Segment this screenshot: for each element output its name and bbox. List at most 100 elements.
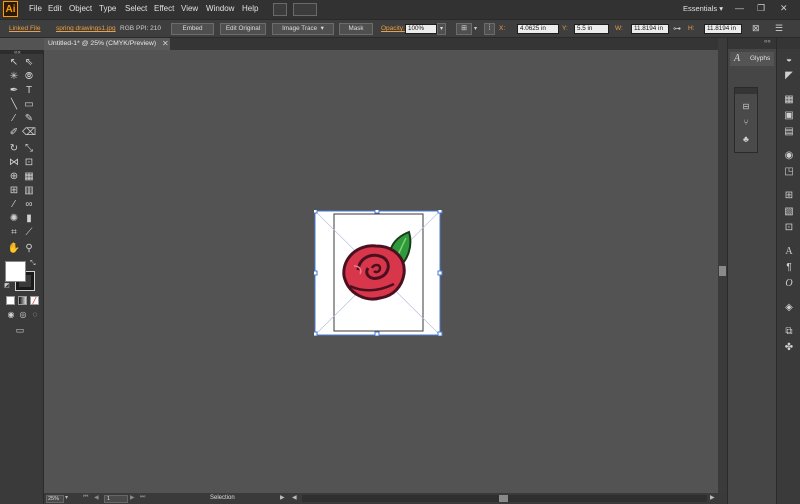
tools-panel-grip[interactable]	[0, 50, 43, 54]
handle-bottom-center[interactable]	[374, 331, 380, 336]
brushes-panel-icon[interactable]: ▧	[782, 206, 796, 217]
direct-selection-tool-icon[interactable]: ⇖	[22, 56, 36, 70]
handle-bottom-left[interactable]	[314, 331, 318, 336]
artboard-number-field[interactable]: 1	[104, 495, 128, 503]
reference-point-icon[interactable]: ⁞	[484, 23, 495, 35]
column-graph-tool-icon[interactable]: ▮	[22, 212, 36, 226]
mesh-tool-icon[interactable]: ⊞	[7, 184, 21, 198]
transform-icon[interactable]: ⊠	[752, 23, 764, 35]
linked-filename-link[interactable]: spring drawings1.jpg	[56, 25, 116, 32]
x-field[interactable]: 4.0625 in	[517, 24, 559, 34]
pen-tool-icon[interactable]: ✒	[7, 84, 21, 98]
screen-mode-icon[interactable]: ▭	[13, 323, 27, 337]
default-colors-icon[interactable]: ◩	[4, 282, 10, 289]
rectangle-tool-icon[interactable]: ▭	[22, 98, 36, 112]
collapse-dock-icon[interactable]: ««	[764, 39, 771, 45]
layers-panel-icon[interactable]: ◈	[782, 302, 796, 313]
lasso-tool-icon[interactable]: ⦾	[22, 70, 36, 84]
paintbrush-tool-icon[interactable]: ⁄	[7, 112, 21, 126]
scale-tool-icon[interactable]: ⤡	[22, 142, 36, 156]
zoom-tool-icon[interactable]: ⚲	[22, 242, 36, 256]
color-panel-icon[interactable]: ◒	[782, 54, 796, 65]
align-dropdown-icon[interactable]: ▾	[474, 25, 477, 32]
document-tab-close-icon[interactable]: ✕	[162, 39, 169, 48]
color-mode-icon[interactable]	[6, 296, 15, 305]
shape-builder-tool-icon[interactable]: ⊕	[7, 170, 21, 184]
blob-brush-tool-icon[interactable]: ✐	[7, 126, 21, 140]
floating-panel-header[interactable]	[735, 88, 757, 94]
linked-file-link[interactable]: Linked File	[9, 25, 40, 32]
symbols-panel-icon[interactable]: ♣	[739, 134, 753, 144]
menu-effect[interactable]: Effect	[154, 4, 174, 13]
placed-image[interactable]	[314, 210, 444, 336]
opentype-panel-icon[interactable]: O	[782, 278, 796, 289]
swatches-panel-icon[interactable]: ▦	[782, 94, 796, 105]
line-tool-icon[interactable]: ╲	[7, 98, 21, 112]
handle-top-right[interactable]	[437, 210, 443, 214]
status-menu-icon[interactable]: ▶	[280, 494, 285, 501]
image-trace-button[interactable]: Image Trace ▾	[272, 23, 334, 35]
edit-original-button[interactable]: Edit Original	[220, 23, 266, 35]
artboards-panel-icon[interactable]: ⧉	[782, 326, 796, 337]
symbols-strip-icon[interactable]: ⊡	[782, 222, 796, 233]
handle-bottom-right[interactable]	[437, 331, 443, 336]
document-tab[interactable]: Untitled-1* @ 25% (CMYK/Preview)	[44, 38, 170, 50]
fill-swatch[interactable]	[5, 261, 26, 282]
horizontal-scroll-thumb[interactable]	[499, 495, 508, 502]
menu-window[interactable]: Window	[206, 4, 234, 13]
paragraph-panel-icon[interactable]: ¶	[782, 262, 796, 273]
panel-strip-header[interactable]	[777, 38, 800, 49]
swap-fill-stroke-icon[interactable]: ⤡	[30, 260, 36, 268]
menu-select[interactable]: Select	[125, 4, 147, 13]
close-button[interactable]: ✕	[780, 3, 788, 14]
handle-middle-right[interactable]	[437, 270, 443, 276]
menu-type[interactable]: Type	[99, 4, 116, 13]
scroll-left-icon[interactable]: ◀	[292, 494, 297, 501]
perspective-grid-tool-icon[interactable]: ▦	[22, 170, 36, 184]
scroll-right-icon[interactable]: ▶	[710, 494, 715, 501]
embed-button[interactable]: Embed	[171, 23, 214, 35]
zoom-field[interactable]: 25%	[46, 495, 64, 503]
opacity-label[interactable]: Opacity:	[381, 25, 405, 32]
draw-inside-icon[interactable]: ◌	[28, 308, 42, 322]
artboard-tool-icon[interactable]: ⌗	[7, 226, 21, 240]
menu-edit[interactable]: Edit	[48, 4, 62, 13]
rotate-tool-icon[interactable]: ↻	[7, 142, 21, 156]
menu-view[interactable]: View	[181, 4, 198, 13]
panel-menu-icon[interactable]: ☰	[775, 23, 787, 35]
stroke-panel-icon[interactable]: ▤	[782, 126, 796, 137]
h-field[interactable]: 11.8194 in	[704, 24, 742, 34]
transparency-panel-icon[interactable]: ⊞	[782, 190, 796, 201]
align-panel-icon[interactable]: ⊟	[739, 102, 753, 111]
previous-artboard-icon[interactable]: ◀	[94, 494, 99, 501]
menu-file[interactable]: File	[29, 4, 42, 13]
workspace-switcher[interactable]: Essentials ▾	[683, 4, 723, 13]
menu-object[interactable]: Object	[69, 4, 92, 13]
handle-middle-left[interactable]	[314, 270, 318, 276]
gradient-panel-icon[interactable]: ▣	[782, 110, 796, 121]
type-tool-icon[interactable]: T	[22, 84, 36, 98]
blend-tool-icon[interactable]: ∞	[22, 198, 36, 212]
hand-tool-icon[interactable]: ✋	[7, 242, 21, 256]
constrain-proportions-icon[interactable]: ⊶	[671, 24, 683, 35]
zoom-dropdown-icon[interactable]: ▾	[65, 494, 68, 501]
handle-top-left[interactable]	[314, 210, 318, 214]
menu-help[interactable]: Help	[242, 4, 258, 13]
character-panel-icon[interactable]: A	[782, 246, 796, 257]
restore-button[interactable]: ❐	[757, 3, 765, 14]
navigator-panel-icon[interactable]: ✤	[782, 342, 796, 353]
opacity-dropdown[interactable]: ▾	[437, 23, 446, 35]
bridge-icon[interactable]	[273, 3, 287, 16]
free-transform-tool-icon[interactable]: ⊡	[22, 156, 36, 170]
gradient-tool-icon[interactable]: ▥	[22, 184, 36, 198]
magic-wand-tool-icon[interactable]: ✳	[7, 70, 21, 84]
slice-tool-icon[interactable]: ⟋	[22, 226, 36, 240]
canvas-area[interactable]	[44, 50, 718, 493]
first-artboard-icon[interactable]: ⏮	[83, 494, 88, 501]
minimize-button[interactable]: —	[735, 3, 744, 13]
none-mode-icon[interactable]: ╱	[30, 296, 39, 305]
y-field[interactable]: 5.5 in	[574, 24, 609, 34]
pencil-tool-icon[interactable]: ✎	[22, 112, 36, 126]
eraser-tool-icon[interactable]: ⌫	[22, 126, 36, 140]
eyedropper-tool-icon[interactable]: ⁄	[7, 198, 21, 212]
